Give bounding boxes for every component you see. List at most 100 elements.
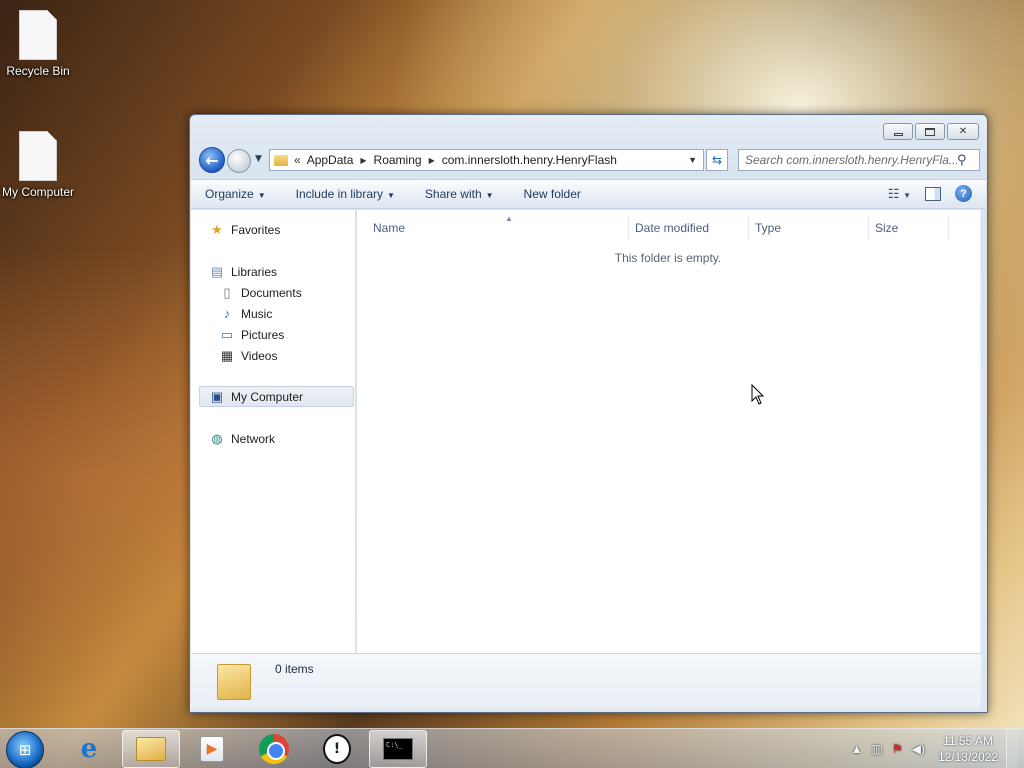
maximize-button[interactable]: [915, 123, 945, 140]
taskbar-ie-button[interactable]: e: [60, 730, 118, 768]
nav-item-videos[interactable]: ▦ Videos: [219, 345, 278, 366]
taskbar-media-player-button[interactable]: ▶: [183, 730, 241, 768]
address-dropdown-icon[interactable]: ▼: [688, 155, 697, 165]
windows-logo-icon: ⊞: [18, 741, 32, 759]
chevron-right-icon[interactable]: ▶: [360, 156, 366, 165]
show-desktop-button[interactable]: [1006, 729, 1018, 768]
search-input[interactable]: [739, 151, 957, 169]
desktop-icon-recycle-bin[interactable]: Recycle Bin: [0, 10, 76, 78]
mouse-pointer-icon: [751, 384, 765, 405]
nav-item-label: Videos: [241, 348, 278, 363]
scroll-edge: [980, 210, 981, 653]
new-folder-button[interactable]: New folder: [524, 187, 581, 201]
nav-item-label: My Computer: [231, 389, 304, 404]
chrome-icon: [259, 734, 289, 764]
navigation-bar: ← ▼ « AppData ▶ Roaming ▶ com.innersloth…: [199, 146, 980, 174]
taskbar-clock-app-button[interactable]: !: [308, 730, 366, 768]
chevron-down-icon: ▼: [387, 191, 395, 200]
start-button[interactable]: ⊞: [6, 731, 44, 768]
overflow-chevron[interactable]: «: [294, 153, 301, 167]
nav-item-documents[interactable]: ▯ Documents: [219, 282, 302, 303]
column-header-size[interactable]: Size: [869, 216, 949, 240]
desktop-icon-label: Recycle Bin: [6, 64, 70, 78]
chevron-down-icon: ▼: [903, 190, 911, 200]
refresh-icon: ⇆: [711, 153, 723, 167]
nav-item-label: Pictures: [241, 327, 285, 342]
taskbar-cmd-button[interactable]: C:\_: [369, 730, 427, 768]
refresh-button[interactable]: ⇆: [706, 149, 728, 171]
view-controls: ☷ ▼ ?: [888, 185, 972, 202]
network-icon: ◍: [211, 430, 223, 446]
taskbar-chrome-button[interactable]: [245, 730, 303, 768]
ie-icon: e: [80, 734, 98, 764]
chevron-right-icon[interactable]: ▶: [429, 156, 435, 165]
maximize-icon: [925, 127, 935, 136]
media-player-icon: ▶: [200, 736, 224, 762]
nav-item-label: Documents: [241, 285, 302, 300]
breadcrumb-roaming[interactable]: Roaming: [374, 153, 422, 167]
sort-ascending-icon: ▲: [505, 214, 513, 223]
organize-menu[interactable]: Organize ▼: [205, 187, 266, 201]
caption-buttons: ✕: [883, 123, 979, 140]
clock-time: 11:55 AM: [943, 734, 993, 748]
command-bar: Organize ▼ Include in library ▼ Share with…: [191, 179, 986, 209]
search-box[interactable]: ⚲: [738, 149, 980, 171]
column-label: Size: [875, 221, 899, 235]
change-view-button[interactable]: ☷ ▼: [888, 186, 911, 202]
document-icon: [19, 131, 57, 181]
navigation-pane: ★ Favorites ▤ Libraries ▯ Documents ♪ Mu…: [191, 210, 356, 653]
column-header-date-modified[interactable]: Date modified: [629, 216, 749, 240]
chevron-down-icon: ▼: [255, 154, 262, 164]
include-in-library-label: Include in library: [295, 187, 383, 201]
nav-item-label: Music: [241, 306, 273, 321]
organize-label: Organize: [205, 187, 254, 201]
taskbar-clock[interactable]: 11:55 AM 12/13/2022: [938, 733, 998, 765]
folder-icon: [274, 154, 288, 166]
nav-item-network[interactable]: ◍ Network: [209, 428, 275, 449]
help-button[interactable]: ?: [955, 185, 972, 202]
nav-item-favorites[interactable]: ★ Favorites: [209, 219, 280, 240]
minimize-button[interactable]: [883, 123, 913, 140]
search-icon[interactable]: ⚲: [957, 153, 967, 168]
clock-date: 12/13/2022: [937, 750, 998, 764]
column-label: Date modified: [635, 221, 710, 235]
nav-item-music[interactable]: ♪ Music: [219, 303, 273, 324]
explorer-icon: [136, 737, 166, 761]
action-center-flag-icon[interactable]: ⚑: [892, 742, 903, 756]
preview-pane-button[interactable]: [925, 186, 941, 201]
cmd-icon: C:\_: [383, 738, 413, 760]
column-label: Name: [373, 221, 406, 235]
forward-button[interactable]: [227, 149, 251, 173]
desktop-icon-my-computer[interactable]: My Computer: [0, 131, 76, 199]
explorer-window: ✕ ← ▼ « AppData ▶ Roaming ▶ com.innerslo…: [189, 114, 988, 713]
nav-item-pictures[interactable]: ▭ Pictures: [219, 324, 285, 345]
desktop-icon-label: My Computer: [1, 185, 75, 199]
videos-icon: ▦: [220, 347, 234, 363]
document-icon: [19, 10, 57, 60]
item-count: 0 items: [275, 662, 314, 676]
nav-item-label: Network: [231, 431, 276, 446]
show-hidden-icons-button[interactable]: ▲: [851, 742, 863, 756]
volume-icon[interactable]: ◀): [912, 742, 925, 756]
recent-pages-button[interactable]: ▼: [255, 154, 262, 164]
nav-item-label: Libraries: [231, 264, 278, 279]
details-pane: 0 items: [191, 653, 981, 709]
address-bar[interactable]: « AppData ▶ Roaming ▶ com.innersloth.hen…: [269, 149, 704, 171]
taskbar-explorer-button[interactable]: [122, 730, 180, 768]
pictures-icon: ▭: [220, 326, 234, 342]
nav-item-libraries[interactable]: ▤ Libraries: [209, 261, 277, 282]
file-list[interactable]: ▲ Name Date modified Type Size This fold…: [357, 210, 981, 653]
close-button[interactable]: ✕: [947, 123, 979, 140]
breadcrumb-appdata[interactable]: AppData: [307, 153, 354, 167]
network-tray-icon[interactable]: ▥: [872, 742, 883, 756]
nav-item-my-computer[interactable]: ▣ My Computer: [199, 386, 354, 407]
breadcrumb-current-folder[interactable]: com.innersloth.henry.HenryFlash: [442, 153, 617, 167]
include-in-library-menu[interactable]: Include in library ▼: [296, 187, 395, 201]
share-with-menu[interactable]: Share with ▼: [425, 187, 494, 201]
arrow-left-icon: ←: [205, 150, 219, 170]
column-header-type[interactable]: Type: [749, 216, 869, 240]
column-header-name[interactable]: ▲ Name: [367, 214, 629, 240]
back-button[interactable]: ←: [199, 147, 225, 173]
chevron-down-icon: ▼: [257, 191, 266, 200]
computer-icon: ▣: [210, 388, 224, 404]
